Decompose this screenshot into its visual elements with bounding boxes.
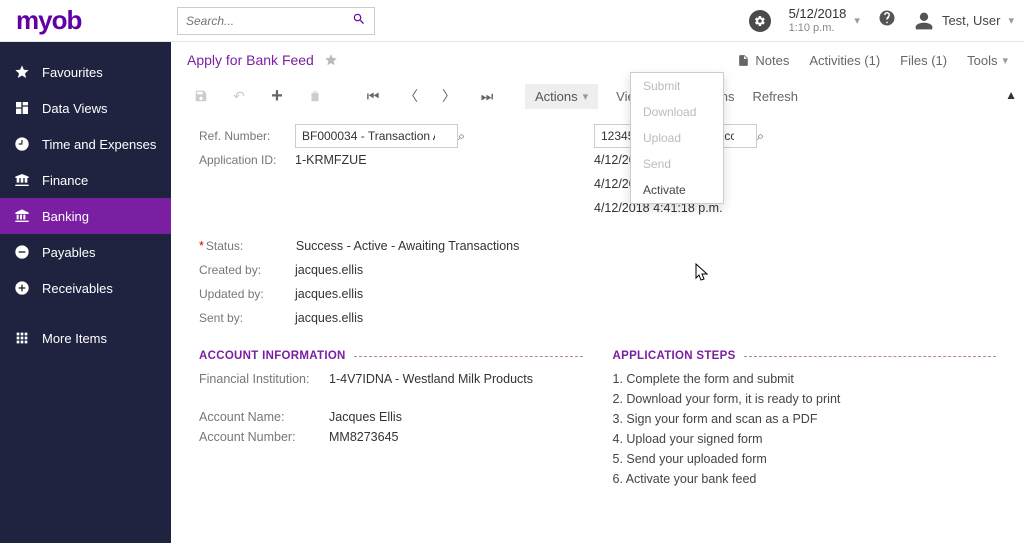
prev-record-icon[interactable]: 〈 [395,82,427,110]
sidebar-item-label: Finance [42,173,88,188]
sections: ACCOUNT INFORMATION Financial Institutio… [171,330,1024,492]
step-item: 5. Send your uploaded form [613,452,997,466]
star-outline-icon[interactable] [324,53,338,67]
fin-inst-value: 1-4V7IDNA - Westland Milk Products [329,372,533,386]
updated-by-value: jacques.ellis [295,287,363,301]
user-name: Test, User [942,13,1001,28]
created-by-value: jacques.ellis [295,263,363,277]
lookup-icon[interactable]: ⌕ [458,129,465,143]
search-input-wrap[interactable] [177,7,375,35]
application-steps-section: APPLICATION STEPS 1. Complete the form a… [613,350,997,492]
actions-menu-download: Download [631,99,723,125]
account-info-section: ACCOUNT INFORMATION Financial Institutio… [199,350,583,492]
step-item: 6. Activate your bank feed [613,472,997,486]
step-item: 3. Sign your form and scan as a PDF [613,412,997,426]
chevron-down-icon: ▾ [583,90,589,103]
updated-by-label: Updated by: [199,287,295,301]
top-time: 1:10 p.m. [789,22,847,35]
sidebar-item-label: Payables [42,245,95,260]
actions-menu-send: Send [631,151,723,177]
sidebar-item-more[interactable]: More Items [0,320,171,356]
form: Ref. Number: ⌕ Application ID: 1-KRMFZUE… [171,114,1024,330]
cursor-icon [695,263,711,288]
ref-number-input[interactable] [295,124,458,148]
sent-by-label: Sent by: [199,311,295,325]
created-by-label: Created by: [199,263,295,277]
sidebar-item-favourites[interactable]: Favourites [0,54,171,90]
search-icon[interactable] [352,12,366,29]
tools-dropdown[interactable]: Tools ▾ [967,53,1008,68]
files-tab[interactable]: Files (1) [900,53,947,68]
ref-number-label: Ref. Number: [199,129,295,143]
actions-button[interactable]: Actions ▾ [525,84,598,109]
status-label: Status: [206,239,296,253]
toolbar: ↶ + ⏮ 〈 〉 ⏭ Actions▾ View All Applicatio… [171,78,1024,114]
sidebar-item-label: Banking [42,209,89,224]
sidebar-item-dataviews[interactable]: Data Views [0,90,171,126]
page: Apply for Bank Feed Notes Activities (1)… [171,42,1024,543]
app-id-label: Application ID: [199,153,295,167]
account-name-label: Account Name: [199,410,329,424]
account-number-label: Account Number: [199,430,329,444]
app-id-value: 1-KRMFZUE [295,153,367,167]
page-title: Apply for Bank Feed [187,52,314,68]
chevron-down-icon: ▾ [1002,54,1008,67]
sidebar-item-banking[interactable]: Banking [0,198,171,234]
step-item: 2. Download your form, it is ready to pr… [613,392,997,406]
tools-label: Tools [967,53,997,68]
collapse-icon[interactable]: ▲ [1005,88,1017,102]
chevron-down-icon: ▾ [1008,14,1014,27]
settings-gear-icon[interactable] [749,10,771,32]
notes-label: Notes [755,53,789,68]
sidebar-item-time-expenses[interactable]: Time and Expenses [0,126,171,162]
notes-tab[interactable]: Notes [737,53,789,68]
account-info-title: ACCOUNT INFORMATION [199,350,346,362]
activities-tab[interactable]: Activities (1) [809,53,880,68]
top-date: 5/12/2018 [789,6,847,22]
add-icon[interactable]: + [261,82,293,110]
actions-menu-upload: Upload [631,125,723,151]
step-item: 1. Complete the form and submit [613,372,997,386]
undo-icon: ↶ [223,82,255,110]
page-header: Apply for Bank Feed Notes Activities (1)… [171,42,1024,78]
status-value: Success - Active - Awaiting Transactions [296,239,519,253]
account-name-value: Jacques Ellis [329,410,402,424]
files-label: Files (1) [900,53,947,68]
chevron-down-icon: ▾ [854,14,860,27]
actions-menu-activate[interactable]: Activate [631,177,723,203]
brand-logo: myob [0,5,171,36]
required-marker: * [199,239,204,253]
lookup-icon[interactable]: ⌕ [757,129,764,143]
app-steps-title: APPLICATION STEPS [613,350,736,362]
sidebar-item-finance[interactable]: Finance [0,162,171,198]
next-record-icon[interactable]: 〉 [433,82,465,110]
actions-menu-submit: Submit [631,73,723,99]
user-menu[interactable]: Test, User ▾ [914,11,1014,31]
sidebar-item-label: Data Views [42,101,108,116]
brand-text: myob [16,5,81,36]
refresh-button[interactable]: Refresh [752,89,798,104]
search-input[interactable] [186,14,352,28]
sidebar: Favourites Data Views Time and Expenses … [0,42,171,543]
sidebar-item-label: More Items [42,331,107,346]
sidebar-item-label: Receivables [42,281,113,296]
account-number-value: MM8273645 [329,430,399,444]
step-item: 4. Upload your signed form [613,432,997,446]
save-icon [185,82,217,110]
fin-inst-label: Financial Institution: [199,372,329,386]
first-record-icon[interactable]: ⏮ [357,82,389,110]
sent-by-value: jacques.ellis [295,311,363,325]
last-record-icon[interactable]: ⏭ [471,82,503,110]
sidebar-item-label: Favourites [42,65,103,80]
actions-label: Actions [535,89,578,104]
sidebar-item-label: Time and Expenses [42,137,156,152]
help-icon[interactable] [878,9,896,32]
actions-menu: Submit Download Upload Send Activate [630,72,724,204]
sidebar-item-receivables[interactable]: Receivables [0,270,171,306]
delete-icon [299,82,331,110]
topbar: myob 5/12/2018 1:10 p.m. ▾ Test, User ▾ [0,0,1024,42]
activities-label: Activities (1) [809,53,880,68]
datetime-picker[interactable]: 5/12/2018 1:10 p.m. ▾ [789,6,860,35]
sidebar-item-payables[interactable]: Payables [0,234,171,270]
